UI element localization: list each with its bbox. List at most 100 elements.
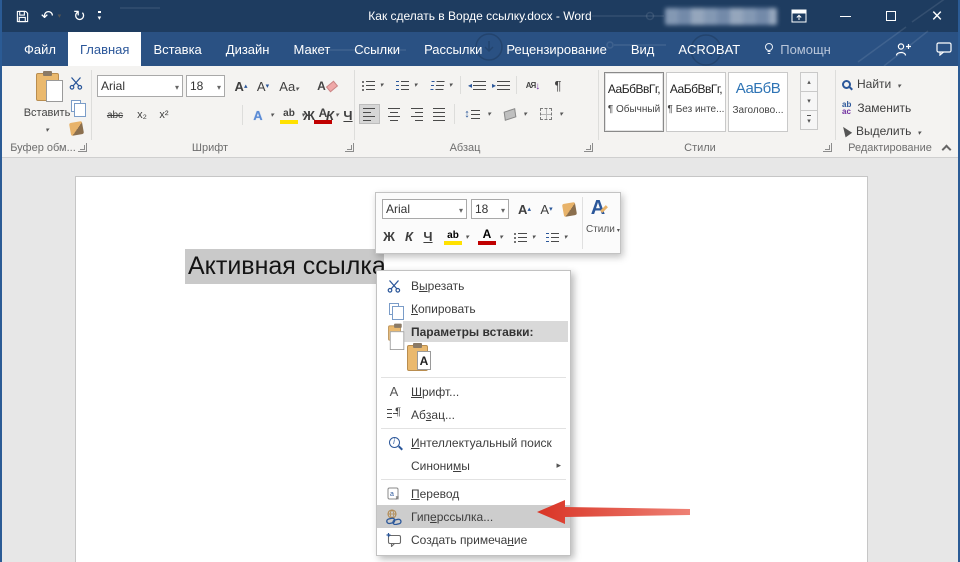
increase-indent-button[interactable] — [490, 76, 512, 94]
maximize-button[interactable] — [868, 0, 914, 32]
undo-icon[interactable]: ↶ — [41, 9, 54, 24]
mini-highlight-arrow[interactable] — [463, 226, 471, 247]
keep-text-only-button[interactable]: A — [407, 345, 428, 371]
mini-font-name-combo[interactable]: Arial — [382, 199, 467, 219]
styles-scroll-up[interactable]: ▴ — [800, 72, 818, 92]
tab-layout[interactable]: Макет — [281, 32, 342, 66]
cut-button[interactable] — [66, 74, 86, 92]
font-size-dropdown-arrow[interactable] — [217, 79, 221, 93]
tab-view[interactable]: Вид — [619, 32, 667, 66]
superscript-button[interactable]: x² — [154, 105, 174, 125]
multilevel-list-button[interactable] — [429, 76, 446, 94]
show-formatting-marks-button[interactable] — [549, 76, 567, 94]
highlight-color-button[interactable]: ab — [280, 107, 298, 124]
shrink-font-button[interactable]: A — [252, 75, 274, 97]
mini-styles-button[interactable]: A Стили — [586, 197, 618, 235]
mini-highlight-button[interactable]: ab — [444, 229, 462, 245]
borders-dropdown-arrow[interactable] — [557, 104, 565, 124]
align-right-button[interactable] — [406, 104, 427, 124]
paragraph-dialog-launcher[interactable] — [584, 143, 593, 152]
mini-underline-button[interactable]: Ч — [420, 226, 436, 247]
close-button[interactable] — [914, 0, 960, 32]
mini-font-color-button[interactable]: А — [478, 229, 496, 245]
menu-item-font[interactable]: А Шрифт... — [377, 380, 570, 403]
font-name-dropdown-arrow[interactable] — [175, 79, 179, 93]
mini-font-color-arrow[interactable] — [497, 226, 505, 247]
minimize-button[interactable] — [822, 0, 868, 32]
mini-bullets-arrow[interactable] — [529, 226, 538, 247]
format-painter-button[interactable] — [66, 119, 86, 137]
tab-review[interactable]: Рецензирование — [494, 32, 618, 66]
mini-bold-button[interactable]: Ж — [380, 226, 398, 247]
ribbon-display-options-button[interactable] — [776, 0, 822, 32]
bullets-dropdown-arrow[interactable] — [377, 76, 386, 94]
font-color-dropdown-arrow[interactable] — [333, 105, 341, 125]
mini-grow-font-button[interactable]: A — [514, 199, 535, 219]
clipboard-dialog-launcher[interactable] — [78, 143, 87, 152]
font-size-combo[interactable]: 18 — [186, 75, 225, 97]
mini-format-painter-button[interactable] — [559, 200, 579, 218]
menu-item-copy[interactable]: Копировать — [377, 297, 570, 320]
tab-home[interactable]: Главная — [68, 32, 141, 66]
mini-bullets-button[interactable] — [512, 228, 529, 246]
customize-qat-icon[interactable]: ▾ — [98, 11, 102, 22]
tab-acrobat[interactable]: ACROBAT — [666, 32, 752, 66]
menu-item-synonyms[interactable]: Синонимы — [377, 454, 570, 477]
redo-icon[interactable]: ↻ — [73, 9, 86, 24]
numbering-dropdown-arrow[interactable] — [411, 76, 420, 94]
mini-numbering-arrow[interactable] — [561, 226, 570, 247]
clear-formatting-button[interactable]: A — [314, 75, 340, 97]
styles-scroll-down[interactable]: ▾ — [800, 91, 818, 111]
change-case-button[interactable]: Aa — [277, 75, 301, 97]
align-left-button[interactable] — [359, 104, 380, 124]
shading-dropdown-arrow[interactable] — [521, 104, 529, 124]
mini-font-size-combo[interactable]: 18 — [471, 199, 509, 219]
select-dropdown-arrow[interactable] — [917, 124, 921, 138]
bullets-button[interactable] — [360, 76, 377, 94]
align-center-button[interactable] — [383, 104, 404, 124]
replace-button[interactable]: abac Заменить — [842, 101, 911, 115]
copy-button[interactable] — [66, 97, 86, 115]
font-name-combo[interactable]: Arial — [97, 75, 183, 97]
mini-shrink-font-button[interactable]: A — [536, 199, 557, 219]
mini-numbering-button[interactable] — [544, 228, 561, 246]
menu-item-cut[interactable]: Вырезать — [377, 274, 570, 297]
borders-button[interactable] — [535, 104, 557, 124]
multilevel-dropdown-arrow[interactable] — [446, 76, 455, 94]
paste-dropdown-arrow[interactable] — [45, 121, 49, 135]
style-heading[interactable]: АаБбВ Заголово... — [728, 72, 788, 132]
menu-item-new-comment[interactable]: Создать примечание — [377, 528, 570, 551]
menu-item-smart-lookup[interactable]: i Интеллектуальный поиск — [377, 431, 570, 454]
numbering-button[interactable] — [394, 76, 411, 94]
select-button[interactable]: Выделить — [842, 124, 921, 138]
shading-button[interactable] — [499, 104, 521, 124]
subscript-button[interactable]: x₂ — [132, 105, 152, 125]
style-no-spacing[interactable]: АаБбВвГг, ¶ Без инте... — [666, 72, 726, 132]
tab-design[interactable]: Дизайн — [214, 32, 282, 66]
selected-text[interactable]: Активная ссылка — [185, 249, 384, 284]
styles-dialog-launcher[interactable] — [823, 143, 832, 152]
highlight-dropdown-arrow[interactable] — [299, 105, 307, 125]
line-spacing-button[interactable] — [459, 104, 485, 124]
comments-icon[interactable] — [936, 42, 952, 56]
find-dropdown-arrow[interactable] — [897, 77, 901, 91]
text-effects-dropdown-arrow[interactable] — [268, 105, 276, 125]
mini-italic-button[interactable]: К — [401, 226, 417, 247]
justify-button[interactable] — [429, 104, 450, 124]
mini-font-size-arrow[interactable] — [501, 202, 505, 216]
line-spacing-dropdown-arrow[interactable] — [485, 104, 493, 124]
paste-button[interactable]: Вставить — [26, 71, 68, 145]
tab-insert[interactable]: Вставка — [141, 32, 213, 66]
save-icon[interactable] — [16, 10, 29, 23]
tab-file[interactable]: Файл — [12, 32, 68, 66]
menu-item-paragraph[interactable]: Абзац... — [377, 403, 570, 426]
font-dialog-launcher[interactable] — [345, 143, 354, 152]
collapse-ribbon-button[interactable] — [942, 143, 950, 151]
decrease-indent-button[interactable] — [466, 76, 488, 94]
style-normal[interactable]: АаБбВвГг, ¶ Обычный — [604, 72, 664, 132]
share-icon[interactable] — [895, 42, 912, 57]
font-color-button[interactable]: А — [314, 107, 332, 124]
styles-gallery-more[interactable]: ▾ — [800, 110, 818, 130]
undo-dropdown-arrow[interactable] — [58, 12, 62, 20]
tab-references[interactable]: Ссылки — [342, 32, 412, 66]
